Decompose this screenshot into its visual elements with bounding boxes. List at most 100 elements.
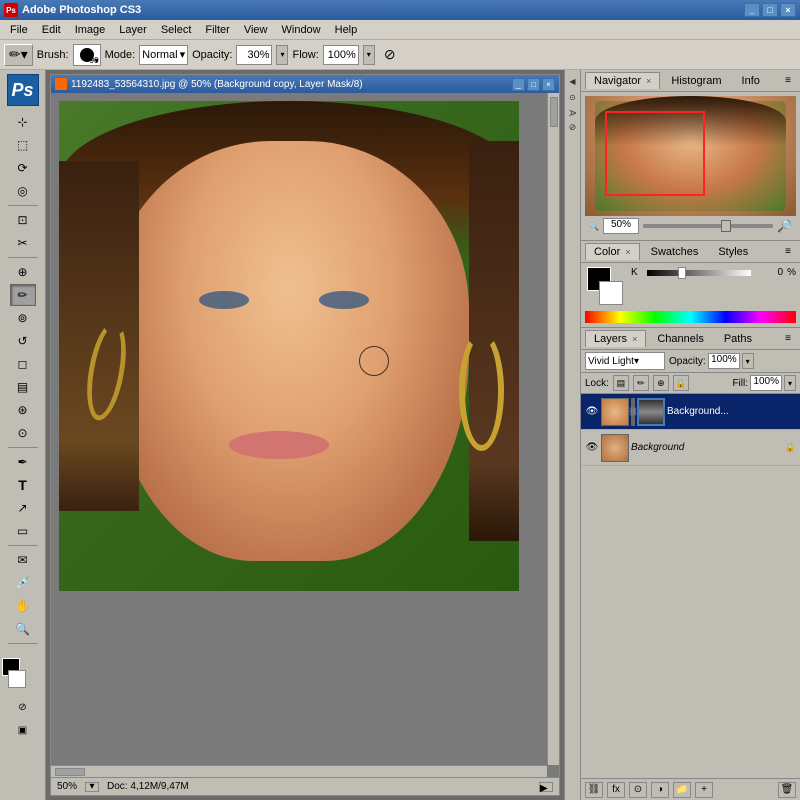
layer-0-visibility[interactable]: 👁 bbox=[585, 405, 599, 419]
menu-help[interactable]: Help bbox=[329, 22, 364, 38]
marquee-tool[interactable]: ⬚ bbox=[10, 134, 36, 156]
flow-arrow[interactable]: ▾ bbox=[363, 45, 375, 65]
menu-layer[interactable]: Layer bbox=[113, 22, 153, 38]
color-k-thumb[interactable] bbox=[678, 267, 686, 279]
blend-mode-selector[interactable]: Vivid Light ▾ bbox=[585, 352, 665, 370]
opacity-arrow[interactable]: ▾ bbox=[276, 45, 288, 65]
menu-image[interactable]: Image bbox=[69, 22, 112, 38]
zoom-percent-input[interactable]: 50% bbox=[603, 218, 639, 234]
blur-tool[interactable]: ⊛ bbox=[10, 399, 36, 421]
brush-preset-picker[interactable]: 90 ▾ bbox=[73, 44, 101, 66]
delete-layer-btn[interactable]: 🗑 bbox=[778, 782, 796, 798]
layer-1-visibility[interactable]: 👁 bbox=[585, 441, 599, 455]
notes-tool[interactable]: ✉ bbox=[10, 549, 36, 571]
quick-mask-btn[interactable]: ⊘ bbox=[10, 696, 36, 718]
move-tool[interactable]: ⊹ bbox=[10, 111, 36, 133]
type-tool[interactable]: T bbox=[10, 474, 36, 496]
vertical-scrollbar[interactable] bbox=[547, 93, 559, 765]
menu-edit[interactable]: Edit bbox=[36, 22, 67, 38]
maximize-button[interactable]: □ bbox=[762, 3, 778, 17]
zoom-slider-thumb[interactable] bbox=[721, 220, 731, 232]
layer-item-0[interactable]: 👁 ⛓ Background... bbox=[581, 394, 800, 430]
zoom-tool[interactable]: 🔍 bbox=[10, 618, 36, 640]
doc-maximize[interactable]: □ bbox=[527, 78, 540, 91]
color-spectrum-bar[interactable] bbox=[585, 311, 796, 323]
screen-mode-btn[interactable]: ▣ bbox=[10, 719, 36, 741]
link-layers-btn[interactable]: ⛓ bbox=[585, 782, 603, 798]
doc-controls[interactable]: _ □ × bbox=[512, 78, 555, 91]
brush-tool[interactable]: ✏ bbox=[10, 284, 36, 306]
zoom-out-btn[interactable]: 🔍 bbox=[589, 222, 599, 231]
add-style-btn[interactable]: fx bbox=[607, 782, 625, 798]
tab-color[interactable]: Color × bbox=[585, 243, 640, 260]
menu-file[interactable]: File bbox=[4, 22, 34, 38]
gradient-tool[interactable]: ▤ bbox=[10, 376, 36, 398]
menu-window[interactable]: Window bbox=[276, 22, 327, 38]
menu-filter[interactable]: Filter bbox=[199, 22, 235, 38]
scroll-right-btn[interactable]: ▶ bbox=[539, 782, 553, 792]
zoom-slider[interactable] bbox=[643, 224, 773, 228]
crop-tool[interactable]: ⊡ bbox=[10, 209, 36, 231]
side-nav-btn[interactable]: ◀ bbox=[566, 74, 580, 88]
layer-item-1[interactable]: 👁 Background 🔒 bbox=[581, 430, 800, 466]
tab-layers[interactable]: Layers × bbox=[585, 330, 646, 347]
blend-mode-dropdown[interactable]: Normal ▾ bbox=[139, 45, 188, 65]
doc-minimize[interactable]: _ bbox=[512, 78, 525, 91]
lock-move-btn[interactable]: ⊕ bbox=[653, 375, 669, 391]
new-fill-layer-btn[interactable]: ◑ bbox=[651, 782, 669, 798]
side-scroll-btn[interactable]: ⊙ bbox=[566, 90, 580, 104]
lock-all-btn[interactable]: 🔒 bbox=[673, 375, 689, 391]
tab-navigator[interactable]: Navigator × bbox=[585, 72, 660, 89]
background-color[interactable] bbox=[8, 670, 26, 688]
brush-dropdown-arrow[interactable]: ▾ bbox=[95, 56, 99, 65]
pen-tool[interactable]: ✒ bbox=[10, 451, 36, 473]
canvas-area[interactable] bbox=[51, 93, 559, 777]
lasso-tool[interactable]: ⟳ bbox=[10, 157, 36, 179]
layers-menu-button[interactable]: ≡ bbox=[780, 331, 796, 347]
shape-tool[interactable]: ▭ bbox=[10, 520, 36, 542]
doc-close[interactable]: × bbox=[542, 78, 555, 91]
tab-info[interactable]: Info bbox=[733, 72, 769, 89]
tab-paths[interactable]: Paths bbox=[715, 330, 761, 347]
lock-transparent-btn[interactable]: ▤ bbox=[613, 375, 629, 391]
tab-styles[interactable]: Styles bbox=[709, 243, 757, 260]
history-brush[interactable]: ↺ bbox=[10, 330, 36, 352]
zoom-in-btn[interactable]: 🔎 bbox=[777, 219, 792, 233]
menu-select[interactable]: Select bbox=[155, 22, 198, 38]
airbrush-toggle[interactable]: ⊘ bbox=[379, 44, 401, 66]
new-layer-btn[interactable]: + bbox=[695, 782, 713, 798]
menu-view[interactable]: View bbox=[238, 22, 274, 38]
healing-tool[interactable]: ⊕ bbox=[10, 261, 36, 283]
side-option-btn[interactable]: ⊘ bbox=[569, 122, 577, 133]
slice-tool[interactable]: ✂ bbox=[10, 232, 36, 254]
side-text-tool[interactable]: A bbox=[568, 110, 578, 116]
color-background-swatch[interactable] bbox=[599, 281, 623, 305]
tab-swatches[interactable]: Swatches bbox=[642, 243, 708, 260]
zoom-arrow[interactable]: ▾ bbox=[85, 782, 99, 792]
fill-arrow-btn[interactable]: ▾ bbox=[784, 375, 796, 391]
navigator-viewport-box[interactable] bbox=[605, 111, 705, 196]
minimize-button[interactable]: _ bbox=[744, 3, 760, 17]
tab-histogram[interactable]: Histogram bbox=[662, 72, 730, 89]
quick-select-tool[interactable]: ◎ bbox=[10, 180, 36, 202]
tab-channels[interactable]: Channels bbox=[648, 330, 712, 347]
fill-input[interactable]: 100% bbox=[750, 375, 782, 391]
color-k-slider[interactable] bbox=[647, 270, 751, 276]
opacity-input[interactable]: 100% bbox=[708, 353, 740, 369]
dodge-tool[interactable]: ⊙ bbox=[10, 422, 36, 444]
title-bar-controls[interactable]: _ □ × bbox=[744, 3, 796, 17]
stamp-tool[interactable]: ⊚ bbox=[10, 307, 36, 329]
scroll-thumb-h[interactable] bbox=[55, 768, 85, 776]
lock-paint-btn[interactable]: ✏ bbox=[633, 375, 649, 391]
color-menu-button[interactable]: ≡ bbox=[780, 244, 796, 260]
navigator-menu-button[interactable]: ≡ bbox=[780, 73, 796, 89]
tool-preset-picker[interactable]: ✏▾ bbox=[4, 44, 33, 66]
hand-tool[interactable]: ✋ bbox=[10, 595, 36, 617]
add-mask-btn[interactable]: ⊙ bbox=[629, 782, 647, 798]
eraser-tool[interactable]: ◻ bbox=[10, 353, 36, 375]
new-group-btn[interactable]: 📁 bbox=[673, 782, 691, 798]
path-select-tool[interactable]: ↗ bbox=[10, 497, 36, 519]
close-button[interactable]: × bbox=[780, 3, 796, 17]
horizontal-scrollbar[interactable] bbox=[51, 765, 547, 777]
eyedropper-tool[interactable]: 💉 bbox=[10, 572, 36, 594]
